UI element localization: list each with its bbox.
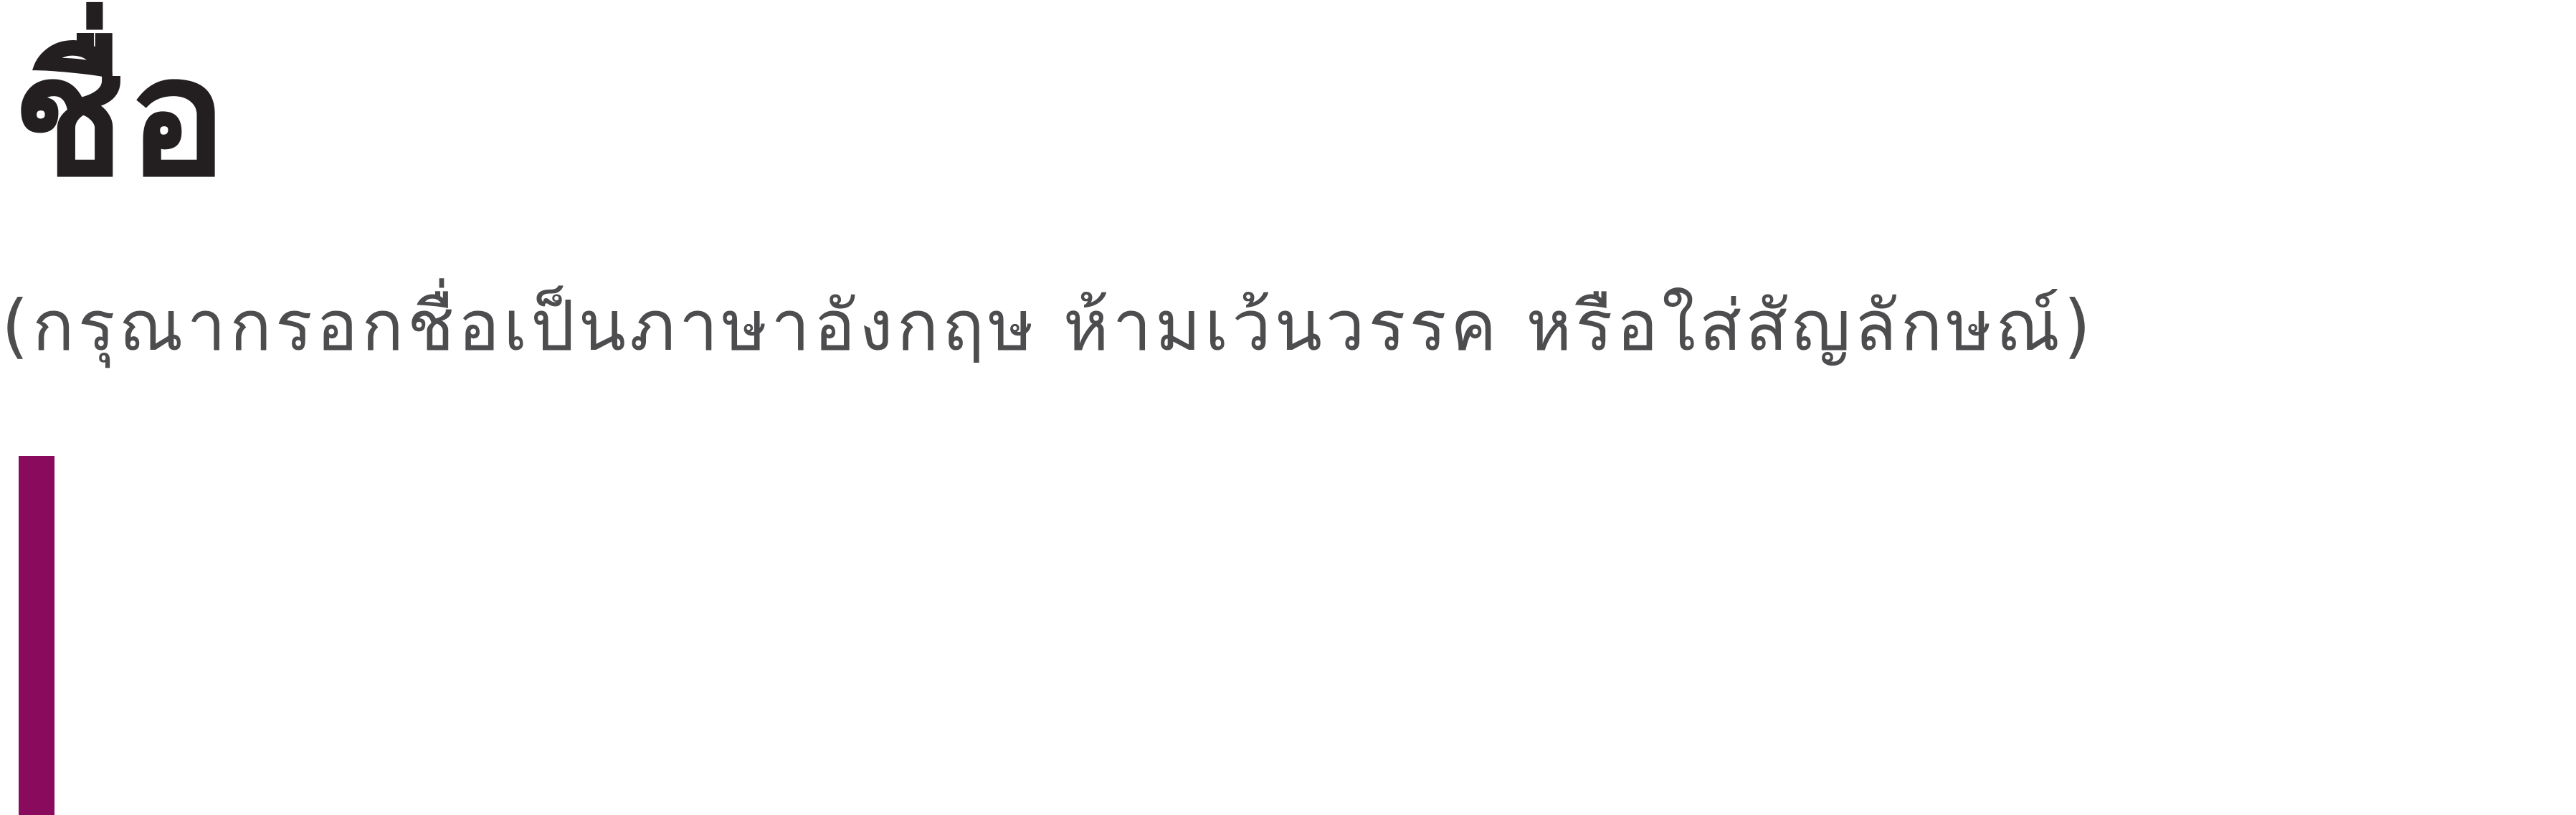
name-input[interactable]: [19, 456, 2557, 815]
name-field-hint: (กรุณากรอกชื่อเป็นภาษาอังกฤษ ห้ามเว้นวรร…: [1, 285, 2095, 366]
text-caret: [19, 456, 54, 815]
name-field-section: ชื่อ (กรุณากรอกชื่อเป็นภาษาอังกฤษ ห้ามเว…: [0, 0, 2576, 815]
name-field-label: ชื่อ: [13, 22, 230, 214]
